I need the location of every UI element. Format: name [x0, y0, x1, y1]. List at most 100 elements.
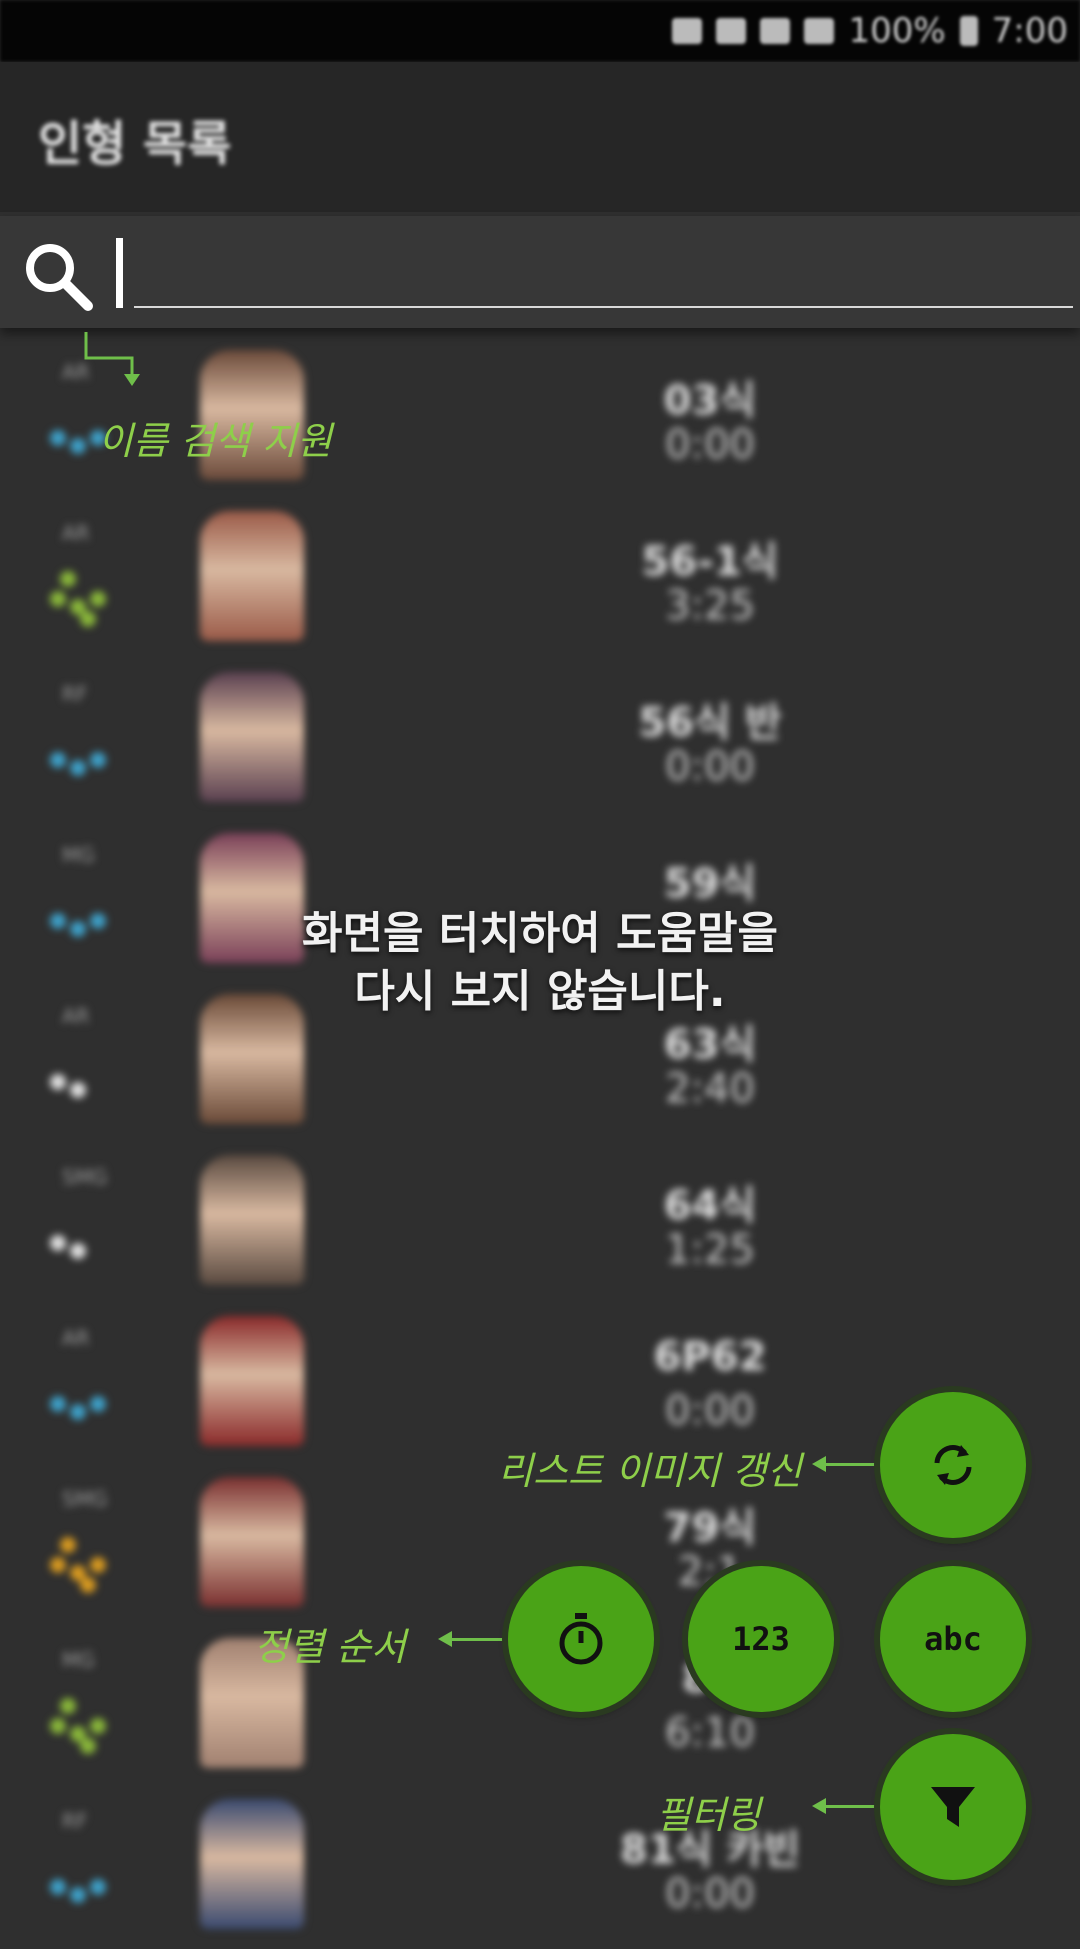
search-bar — [0, 216, 1080, 328]
doll-portrait — [200, 1799, 304, 1929]
list-item[interactable]: AR 56-1식 3:25 — [0, 501, 1080, 661]
star-icon — [50, 913, 66, 929]
search-icon[interactable] — [18, 236, 98, 316]
star-icon — [90, 752, 106, 768]
rarity-stars — [50, 561, 130, 627]
build-time: 2:40 — [665, 1066, 755, 1112]
star-icon — [50, 1396, 66, 1412]
help-overlay-message[interactable]: 화면을 터치하여 도움말을 다시 보지 않습니다. — [180, 905, 900, 1021]
hint-arrow-filter — [812, 1798, 878, 1814]
star-icon — [90, 1396, 106, 1412]
build-time: 0:00 — [665, 1388, 755, 1434]
hint-search: 이름 검색 지원 — [98, 419, 332, 463]
sort-by-number-button[interactable]: 123 — [688, 1566, 834, 1712]
rarity-stars — [50, 1527, 130, 1593]
doll-name: 56식 반 — [638, 700, 782, 746]
battery-icon — [959, 16, 978, 46]
star-icon — [70, 1404, 86, 1420]
page-title: 인형 목록 — [38, 116, 232, 172]
refresh-icon — [934, 1445, 972, 1485]
doll-name: 56-1식 — [641, 539, 779, 585]
doll-portrait — [200, 1477, 304, 1607]
star-icon — [50, 430, 66, 446]
text-cursor — [116, 238, 123, 308]
hint-arrow-sort — [438, 1631, 508, 1647]
doll-portrait — [200, 511, 304, 641]
doll-portrait — [200, 672, 304, 802]
notification-icon — [716, 18, 747, 44]
star-icon — [70, 1243, 86, 1259]
hint-filter: 필터링 — [656, 1793, 761, 1837]
doll-type: AR — [62, 1326, 90, 1350]
doll-type: MG — [62, 1648, 95, 1672]
help-line-2: 다시 보지 않습니다. — [354, 966, 726, 1017]
star-icon — [70, 438, 86, 454]
star-icon — [80, 1577, 96, 1593]
build-time: 6:10 — [665, 1710, 755, 1756]
refresh-button[interactable] — [880, 1392, 1026, 1538]
star-icon — [50, 1074, 66, 1090]
hint-sort: 정렬 순서 — [254, 1625, 406, 1669]
doll-name: 64식 — [663, 1183, 757, 1229]
doll-type: RF — [62, 1809, 88, 1833]
doll-type: AR — [62, 521, 90, 545]
doll-type: SMG — [62, 1165, 108, 1189]
build-time: 1:25 — [665, 1227, 755, 1273]
star-icon — [50, 1235, 66, 1251]
status-bar: 100% 7:00 — [0, 0, 1080, 62]
doll-type: MG — [62, 843, 95, 867]
star-icon — [90, 913, 106, 929]
numeric-sort-label: 123 — [732, 1620, 790, 1658]
star-icon — [60, 571, 76, 587]
rarity-stars — [50, 1044, 130, 1104]
list-item[interactable]: RF 56식 반 0:00 — [0, 662, 1080, 822]
hint-refresh: 리스트 이미지 갱신 — [498, 1449, 802, 1493]
sort-by-name-button[interactable]: abc — [880, 1566, 1026, 1712]
search-input[interactable] — [134, 234, 1073, 308]
star-icon — [50, 591, 66, 607]
clock: 7:00 — [991, 11, 1068, 51]
doll-type: SMG — [62, 1487, 108, 1511]
stopwatch-icon — [559, 1613, 603, 1665]
rarity-stars — [50, 1366, 130, 1426]
star-icon — [80, 611, 96, 627]
wifi-icon — [760, 18, 791, 44]
sort-by-time-button[interactable] — [508, 1566, 654, 1712]
doll-portrait — [200, 1155, 304, 1285]
star-icon — [80, 1738, 96, 1754]
build-time: 0:00 — [665, 1871, 755, 1917]
rarity-stars — [50, 1688, 130, 1754]
star-icon — [70, 921, 86, 937]
star-icon — [50, 1557, 66, 1573]
rarity-stars — [50, 1849, 130, 1909]
build-time: 0:00 — [665, 422, 755, 468]
star-icon — [70, 760, 86, 776]
hint-arrow-refresh — [812, 1456, 878, 1472]
star-icon — [50, 1718, 66, 1734]
rarity-stars — [50, 722, 130, 782]
star-icon — [90, 591, 106, 607]
doll-name: 59식 — [663, 861, 757, 907]
filter-button[interactable] — [880, 1734, 1026, 1880]
doll-type: RF — [62, 682, 88, 706]
rarity-stars — [50, 883, 130, 943]
battery-percent: 100% — [848, 11, 946, 51]
star-icon — [50, 1879, 66, 1895]
star-icon — [70, 1082, 86, 1098]
doll-name: 6P62 — [653, 1334, 767, 1380]
star-icon — [60, 1537, 76, 1553]
doll-portrait — [200, 1316, 304, 1446]
build-time: 3:25 — [665, 583, 755, 629]
list-item[interactable]: SMG 64식 1:25 — [0, 1145, 1080, 1305]
star-icon — [90, 1879, 106, 1895]
rarity-stars — [50, 1205, 130, 1265]
star-icon — [70, 1887, 86, 1903]
signal-icon — [804, 18, 835, 44]
doll-name: 79식 — [663, 1505, 757, 1551]
filter-icon — [931, 1787, 975, 1827]
doll-name: 03식 — [663, 378, 757, 424]
star-icon — [90, 1557, 106, 1573]
star-icon — [90, 1718, 106, 1734]
app-bar: 인형 목록 — [0, 62, 1080, 212]
mute-icon — [672, 18, 703, 44]
